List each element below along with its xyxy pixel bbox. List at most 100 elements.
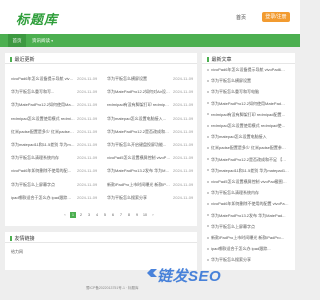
latest-item[interactable]: redmipad怎么设置使用模式 redmipad... 2024-11-09 (11, 115, 103, 123)
page-number-button[interactable]: 6 (110, 212, 116, 218)
recent-article-item[interactable]: 华为matepad11和11.5差别 华为matepad11和... (207, 166, 289, 176)
recent-article-item[interactable]: 华为平板怎么横屏设置 (207, 76, 289, 86)
divider (5, 63, 197, 64)
site-header: 标题库 首页 登录/注册 (0, 0, 300, 34)
latest-item-title[interactable]: 华为平板怎么开启键盘投屏功能... (107, 141, 171, 149)
nav-item-home[interactable]: 首页 (8, 34, 26, 47)
latest-item-date: 2024-11-09 (173, 128, 194, 134)
latest-item-title[interactable]: 华为平板怎么横屏设置 (107, 75, 171, 83)
friend-links-title: 友情链接 (10, 235, 35, 242)
divider (202, 63, 295, 64)
latest-item[interactable]: 华为MatePadPro13.2发布 华为MatePad平...2024-11-… (107, 167, 199, 175)
latest-item[interactable]: ipad哪款适合于怎么办 ipad跟踪应该用了锁...2024-11-09 (11, 194, 103, 202)
latest-item-date: 2024-11-09 (173, 89, 194, 95)
latest-item-title[interactable]: redmipad怎么设置使用模式 redmipad... (11, 115, 75, 123)
latest-item[interactable]: 华为平板怎么重写和写... 2024-11-09 (11, 88, 103, 96)
page-number-button[interactable]: 4 (94, 212, 100, 218)
page-number-button[interactable]: 7 (118, 212, 124, 218)
recent-article-item[interactable]: 华为MatePadPro13.2发布 华为MatePad... (207, 211, 289, 221)
latest-item-date: 2024-11-09 (77, 89, 98, 95)
nav-item-news[interactable]: 资讯阅读 ▾ (32, 34, 60, 47)
latest-item-title[interactable]: vivoPad6年如何删除不使用的配置 vivoPad... (11, 167, 75, 175)
latest-item-date: 2024-11-09 (173, 142, 194, 147)
login-button[interactable]: 登录/注册 (262, 12, 290, 22)
latest-item[interactable]: vivoPad6年如何删除不使用的配置 vivoPad...2024-11-09 (11, 167, 103, 175)
site-logo[interactable]: 标题库 (16, 9, 58, 28)
page-number-button[interactable]: 5 (102, 212, 108, 218)
latest-item[interactable]: 华为MatePadPro12.2如何对Air设置... 2024-11-09 (107, 88, 199, 96)
recent-article-item[interactable]: 华为平板怎么清理系统内存 (207, 188, 289, 198)
prev-page-button[interactable]: ‹ (62, 212, 68, 218)
latest-item-date: 2024-11-09 (173, 194, 194, 200)
recent-article-item[interactable]: redmipad怎么设置使用模式 redmipad使用模式... (207, 121, 289, 131)
latest-item[interactable]: 华为平板怎么搜索分享 2024-11-09 (107, 194, 199, 202)
latest-item-title[interactable]: 华为MatePadPro13.2发布 华为MatePad平... (107, 167, 171, 175)
recent-article-item[interactable]: 华为MatePadPro12.2如何使用MatePad对方... (207, 99, 289, 109)
page-number-button[interactable]: 8 (126, 212, 132, 218)
recent-article-item[interactable]: 华为平板怎么上屏幕字点 (207, 222, 289, 232)
latest-item[interactable]: 新款iPadPro上市时间曝光 新款iPadPro...2024-11-09 (107, 181, 199, 189)
chevron-down-icon: ▾ (51, 39, 54, 43)
latest-item-title[interactable]: vivoPad5怎么设置横屏控制 vivoPad截图... (107, 154, 171, 162)
main-navbar: 首页 资讯阅读 ▾ (0, 34, 300, 47)
page-number-button[interactable]: 2 (78, 212, 84, 218)
recent-article-item[interactable]: vivoPad5怎么设置横屏控制 vivoPad截图方法 (207, 177, 289, 187)
latest-item-title[interactable]: 华为平板怎么搜索分享 (107, 194, 171, 202)
recent-article-item[interactable]: 华为MatePadPro12.2是否改成和不足 【详解】 (207, 155, 289, 165)
latest-item-title[interactable]: vivoPad6年怎么设备提示导航 vivoPad6年... (11, 75, 75, 83)
latest-item[interactable]: vivoPad6年怎么设备提示导航 vivoPad6年...2024-11-09 (11, 75, 103, 83)
friend-link[interactable]: 给力网 (11, 249, 23, 255)
page-number-button[interactable]: 10 (142, 212, 148, 218)
latest-item-date: 2024-11-09 (173, 155, 194, 161)
recent-articles-title: 最新文章 (207, 56, 232, 63)
recent-article-item[interactable]: redmipad有没有脚架打印 redmipad配置介绍 (207, 110, 289, 120)
latest-item-title[interactable]: 华为平板怎么重写和写... (11, 88, 75, 96)
latest-item[interactable]: 华为matepad11和11.5差别 华为matepad...2024-11-0… (11, 141, 103, 149)
latest-item-title[interactable]: redmipad有没有脚架打印 redmipad配置介绍... (107, 101, 171, 109)
recent-article-item[interactable]: 华为matepad怎么设置电脑接入 (207, 132, 289, 142)
home-link[interactable]: 首页 (236, 14, 246, 21)
latest-item[interactable]: vivoPad5怎么设置横屏控制 vivoPad截图...2024-11-09 (107, 154, 199, 162)
page-number-button[interactable]: 3 (86, 212, 92, 218)
latest-item[interactable]: 红米padse配置是多少 红米padse配置参数...2024-11-09 (11, 128, 103, 136)
latest-item-title[interactable]: 华为MatePadPro12.2如何对Air设置... (107, 88, 171, 96)
page-number-button[interactable]: 9 (134, 212, 140, 218)
latest-item[interactable]: redmipad有没有脚架打印 redmipad配置介绍...2024-11-0… (107, 101, 199, 109)
latest-item-title[interactable]: 华为matepad11和11.5差别 华为matepad... (11, 141, 75, 149)
latest-item-date: 2024-11-09 (173, 115, 194, 121)
latest-item[interactable]: 华为MatePadPro12.2是否改成和不足... 2024-11-09 (107, 128, 199, 136)
latest-item-date: 2024-11-09 (77, 168, 98, 174)
site-footer: 蜀ICP备2022013751号-1 · 标题库 (0, 278, 300, 300)
next-page-button[interactable]: › (150, 212, 156, 218)
latest-item[interactable]: 华为matepad怎么设置电脑接入... 2024-11-09 (107, 115, 199, 123)
footer-copyright: 蜀ICP备2022013751号-1 · 标题库 (86, 286, 139, 290)
divider (5, 242, 197, 243)
page-number-button[interactable]: 1 (70, 212, 76, 218)
latest-item-title[interactable]: 红米padse配置是多少 红米padse配置参数... (11, 128, 75, 136)
latest-item-date: 2024-11-09 (77, 128, 98, 134)
latest-item-title[interactable]: 华为MatePadPro12.2如何使用MatePad对... (11, 101, 75, 109)
latest-item-title[interactable]: ipad哪款适合于怎么办 ipad跟踪应该用了锁... (11, 194, 75, 202)
latest-item[interactable]: 华为平板怎么上屏幕字点 2024-11-09 (11, 181, 103, 189)
latest-item[interactable]: 华为平板怎么开启键盘投屏功能... 2024-11-09 (107, 141, 199, 149)
latest-item-date: 2024-11-09 (173, 181, 194, 187)
latest-item[interactable]: 华为平板怎么清理系统内存 2024-11-09 (11, 154, 103, 162)
recent-article-item[interactable]: 新款iPadPro上市时间曝光 新款iPadPro... (207, 233, 289, 243)
recent-article-item[interactable]: 华为平板怎么重写和写电脑 (207, 87, 289, 97)
recent-article-item[interactable]: vivoPad6年怎么设备提示导航 vivoPad6年设备导航设... (207, 65, 289, 75)
latest-item-title[interactable]: 华为MatePadPro12.2是否改成和不足... (107, 128, 171, 136)
latest-item[interactable]: 华为平板怎么横屏设置 2024-11-09 (107, 75, 199, 83)
recent-article-item[interactable]: vivoPad6年如何删除不使用的配置 vivoPad... (207, 199, 289, 209)
latest-item-title[interactable]: 华为平板怎么上屏幕字点 (11, 181, 75, 189)
latest-item-title[interactable]: 华为matepad怎么设置电脑接入... (107, 115, 171, 123)
recent-article-item[interactable]: 华为平板怎么搜索分享 (207, 255, 289, 265)
recent-article-item[interactable]: ipad哪款适合于怎么办 ipad跟踪... (207, 244, 289, 254)
latest-item-title[interactable]: 新款iPadPro上市时间曝光 新款iPadPro... (107, 181, 171, 189)
nav-item-news-label: 资讯阅读 (32, 38, 50, 43)
latest-item[interactable]: 华为MatePadPro12.2如何使用MatePad对...2024-11-0… (11, 101, 103, 109)
latest-updates-title: 最近更新 (10, 56, 35, 63)
latest-item-title[interactable]: 华为平板怎么清理系统内存 (11, 154, 75, 162)
latest-item-date: 2024-11-09 (77, 155, 98, 161)
recent-article-item[interactable]: 红米padse配置是多少 红米padse配置参数介绍 (207, 143, 289, 153)
latest-item-date: 2024-11-09 (77, 115, 98, 121)
